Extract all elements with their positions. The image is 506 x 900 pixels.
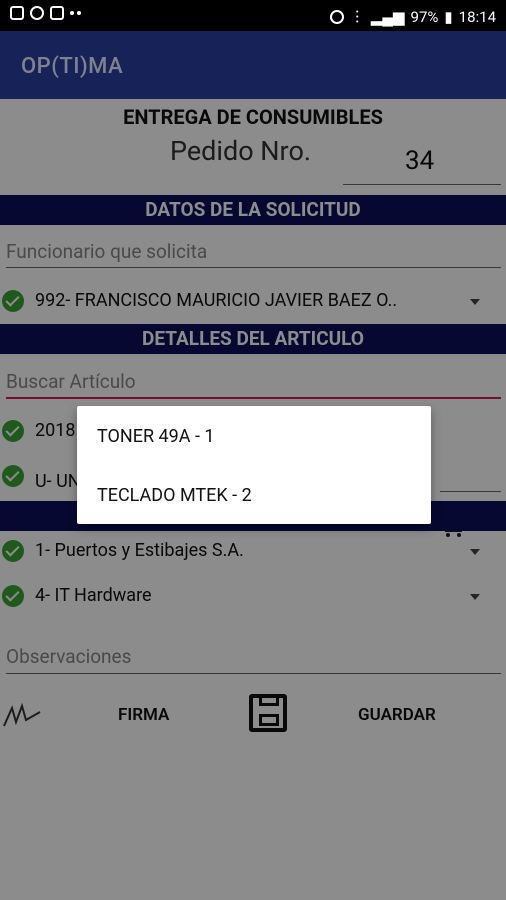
clock: 18:14: [458, 7, 496, 26]
mail-icon: [50, 6, 64, 20]
dropdown-option[interactable]: TONER 49A - 1: [97, 426, 215, 447]
dots-icon: [70, 11, 81, 15]
chat-icon: [30, 6, 44, 20]
status-right-icons: ︙ ▂▄▆ 97% ▮ 18:14: [329, 6, 496, 27]
battery-percentage: 97%: [410, 7, 439, 26]
image-icon: [10, 6, 24, 20]
battery-icon: ▮: [444, 7, 453, 26]
signal-icon: ▂▄▆: [370, 7, 405, 26]
status-left-icons: [10, 6, 81, 20]
alarm-icon: [329, 9, 344, 24]
article-dropdown-popup: TONER 49A - 1 TECLADO MTEK - 2: [77, 406, 431, 524]
wifi-icon: ︙: [349, 8, 365, 26]
status-bar: ︙ ▂▄▆ 97% ▮ 18:14: [0, 0, 506, 31]
dropdown-option[interactable]: TECLADO MTEK - 2: [97, 485, 252, 506]
